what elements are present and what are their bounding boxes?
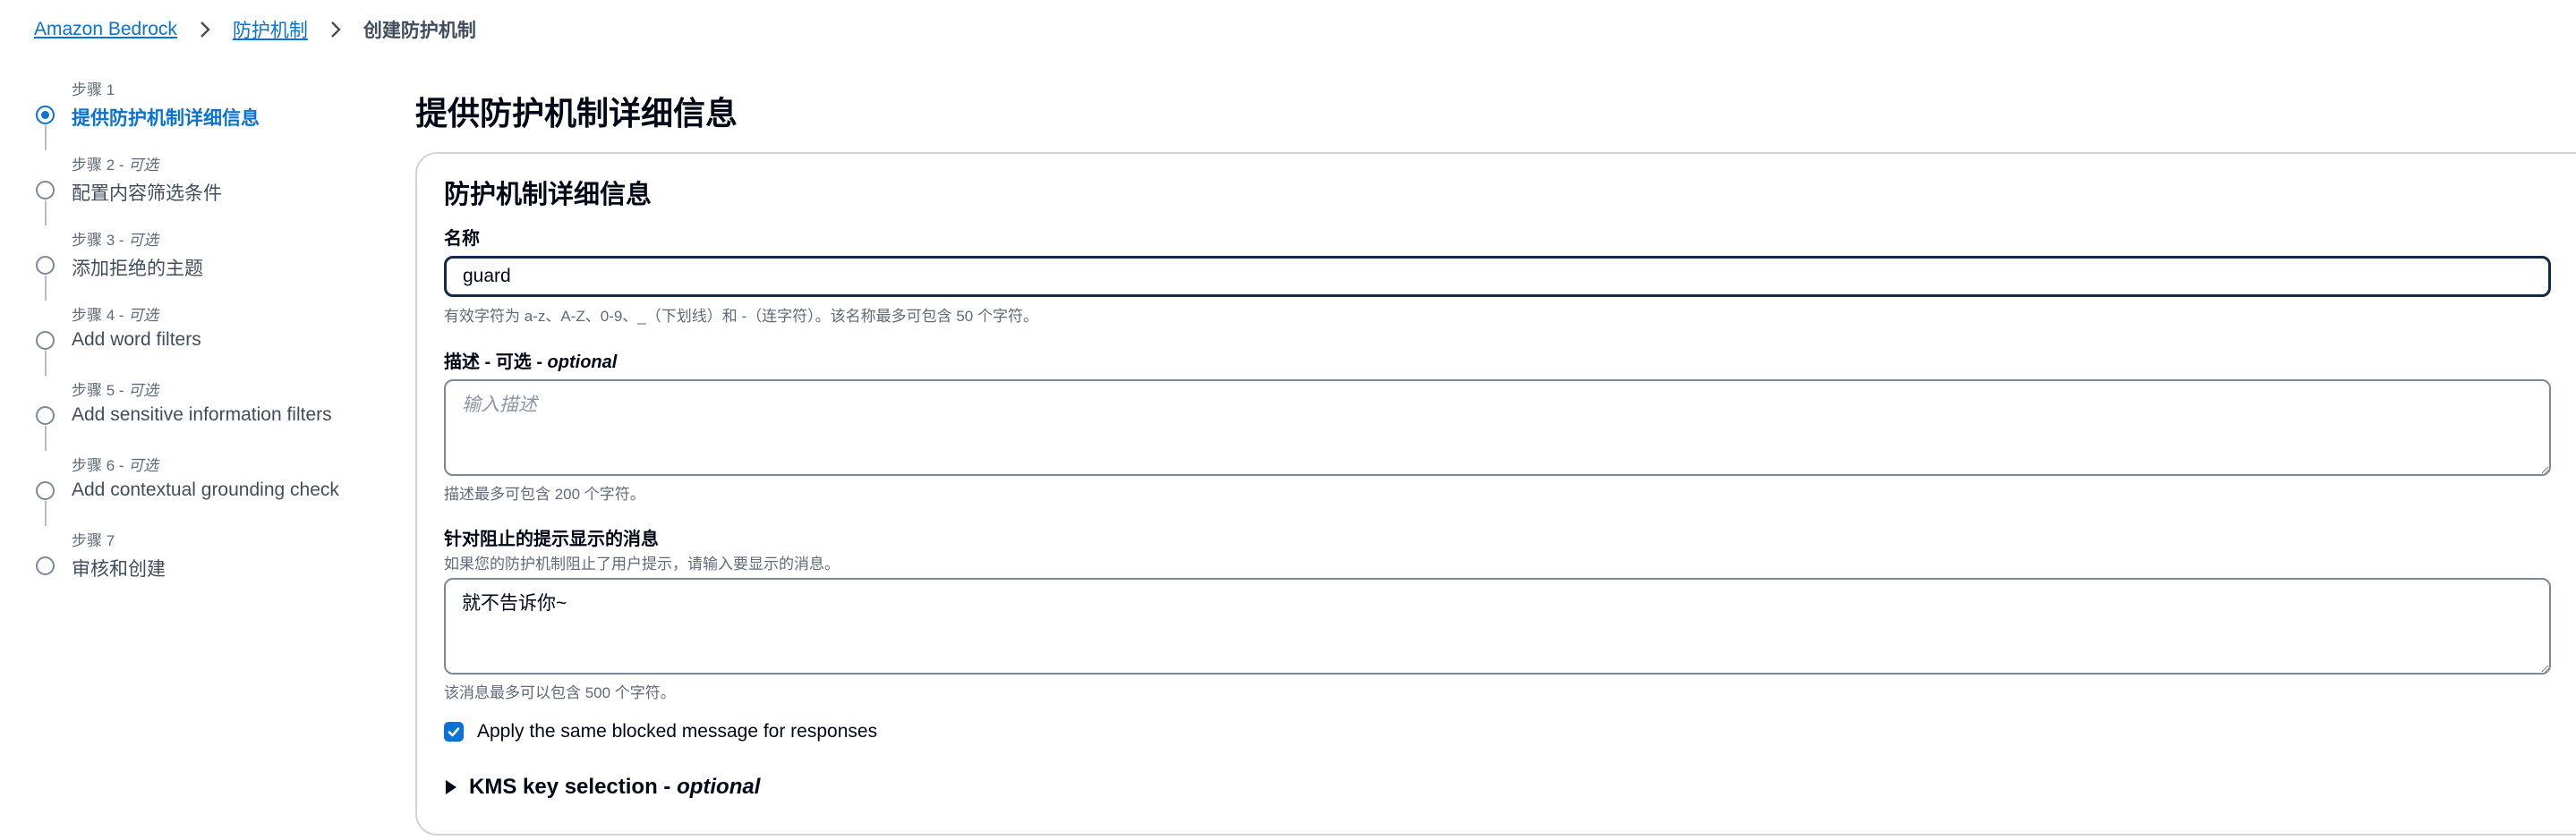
- step-caption: 步骤 1: [72, 81, 115, 98]
- wizard-step-4: 步骤 4 - 可选 Add word filters: [34, 301, 374, 376]
- wizard-step-7: 步骤 7 审核和创建: [34, 526, 374, 601]
- blocked-message-label: 针对阻止的提示显示的消息: [444, 530, 659, 549]
- blocked-message-sublabel: 如果您的防护机制阻止了用户提示，请输入要显示的消息。: [444, 556, 840, 573]
- step-caption: 步骤 2 - 可选: [72, 157, 159, 174]
- step-caption: 步骤 7: [72, 532, 115, 549]
- step-label: 提供防护机制详细信息: [72, 108, 260, 129]
- step-caption: 步骤 5 - 可选: [72, 382, 159, 399]
- step-link[interactable]: Add sensitive information filters: [72, 404, 332, 426]
- kms-key-expander-label: KMS key selection - optional: [469, 775, 761, 799]
- caret-right-icon: [446, 780, 456, 794]
- same-message-option: Apply the same blocked message for respo…: [444, 721, 877, 742]
- step-indicator-icon: [36, 331, 55, 350]
- step-link[interactable]: Add contextual grounding check: [72, 479, 339, 501]
- breadcrumb: Amazon Bedrock 防护机制 创建防护机制: [34, 16, 476, 43]
- step-link[interactable]: 审核和创建: [72, 555, 166, 581]
- page-title: 提供防护机制详细信息: [415, 95, 738, 132]
- step-indicator-icon: [36, 256, 55, 275]
- step-indicator-icon: [36, 481, 55, 500]
- blocked-message-hint: 该消息最多可以包含 500 个字符。: [444, 684, 676, 701]
- breadcrumb-link-bedrock[interactable]: Amazon Bedrock: [34, 19, 177, 40]
- same-message-checkbox-label[interactable]: Apply the same blocked message for respo…: [477, 721, 877, 742]
- wizard-step-5: 步骤 5 - 可选 Add sensitive information filt…: [34, 376, 374, 451]
- step-indicator-icon: [36, 556, 55, 575]
- panel-title: 防护机制详细信息: [444, 181, 653, 209]
- checkmark-icon: [448, 727, 460, 737]
- name-input[interactable]: [444, 256, 2551, 297]
- chevron-right-icon: [324, 18, 347, 41]
- name-label: 名称: [444, 229, 480, 249]
- description-hint: 描述最多可包含 200 个字符。: [444, 486, 645, 503]
- step-caption: 步骤 4 - 可选: [72, 307, 159, 324]
- blocked-message-textarea[interactable]: 就不告诉你~: [444, 578, 2551, 675]
- wizard-step-1: 步骤 1 提供防护机制详细信息: [34, 75, 374, 150]
- step-indicator-icon: [36, 406, 55, 425]
- breadcrumb-link-guardrails[interactable]: 防护机制: [233, 16, 308, 43]
- same-message-checkbox[interactable]: [444, 722, 464, 742]
- step-caption: 步骤 3 - 可选: [72, 232, 159, 249]
- step-indicator-icon: [36, 181, 55, 199]
- step-current-indicator-icon: [36, 106, 55, 124]
- name-hint: 有效字符为 a-z、A-Z、0-9、_（下划线）和 -（连字符）。该名称最多可包…: [444, 308, 1038, 325]
- chevron-right-icon: [193, 18, 217, 41]
- wizard-step-3: 步骤 3 - 可选 添加拒绝的主题: [34, 225, 374, 301]
- breadcrumb-current: 创建防护机制: [363, 21, 476, 41]
- step-caption: 步骤 6 - 可选: [72, 457, 159, 474]
- wizard-step-2: 步骤 2 - 可选 配置内容筛选条件: [34, 150, 374, 225]
- description-label: 描述 - 可选 - optional: [444, 352, 618, 372]
- step-link[interactable]: 添加拒绝的主题: [72, 254, 203, 281]
- kms-key-expander[interactable]: KMS key selection - optional: [444, 775, 760, 800]
- description-textarea[interactable]: [444, 379, 2551, 476]
- wizard-step-6: 步骤 6 - 可选 Add contextual grounding check: [34, 451, 374, 526]
- step-link[interactable]: Add word filters: [72, 329, 201, 351]
- wizard-steps-nav: 步骤 1 提供防护机制详细信息 步骤 2 - 可选 配置内容筛选条件 步骤 3 …: [34, 75, 374, 601]
- guardrail-details-panel: 防护机制详细信息 名称 有效字符为 a-z、A-Z、0-9、_（下划线）和 -（…: [415, 152, 2576, 836]
- step-link[interactable]: 配置内容筛选条件: [72, 179, 222, 206]
